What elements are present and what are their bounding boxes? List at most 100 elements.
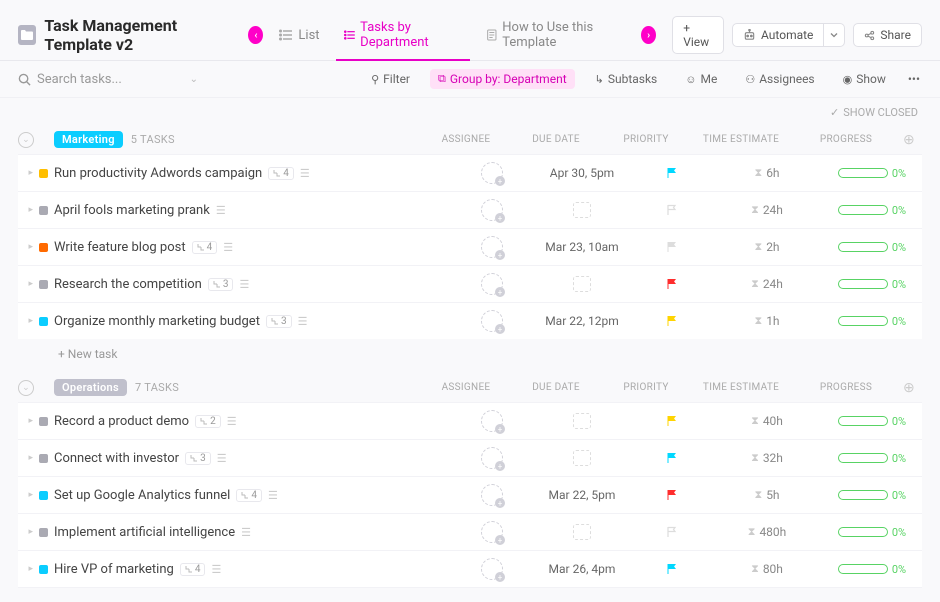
assignee-add[interactable] [481, 199, 503, 221]
time-estimate[interactable]: 24h [763, 277, 783, 291]
expand-icon[interactable]: ▸ [28, 453, 33, 463]
doc-icon[interactable]: ☰ [216, 204, 226, 217]
expand-icon[interactable]: ▸ [28, 242, 33, 252]
collapse-button[interactable]: ⌄ [18, 132, 34, 148]
calendar-icon[interactable] [573, 276, 591, 292]
doc-icon[interactable]: ☰ [223, 241, 233, 254]
progress-bar[interactable] [838, 416, 888, 426]
progress-bar[interactable] [838, 316, 888, 326]
assignee-add[interactable] [481, 484, 503, 506]
more-button[interactable]: ••• [906, 69, 922, 89]
priority-flag[interactable] [666, 167, 678, 179]
show-button[interactable]: ◉Show [835, 69, 894, 89]
time-estimate[interactable]: 5h [766, 488, 779, 502]
status-square[interactable] [39, 417, 48, 426]
progress-bar[interactable] [838, 527, 888, 537]
tab-how-to-use[interactable]: How to Use this Template [478, 10, 634, 60]
automate-button[interactable]: Automate [732, 23, 824, 47]
doc-icon[interactable]: ☰ [300, 167, 310, 180]
time-estimate[interactable]: 2h [766, 240, 779, 254]
priority-flag[interactable] [666, 526, 678, 538]
status-square[interactable] [39, 454, 48, 463]
progress-bar[interactable] [838, 242, 888, 252]
assignee-add[interactable] [481, 162, 503, 184]
doc-icon[interactable]: ☰ [217, 452, 227, 465]
priority-flag[interactable] [666, 415, 678, 427]
subtask-count[interactable]: 3 [208, 278, 234, 291]
subtask-count[interactable]: 4 [268, 167, 294, 180]
subtask-count[interactable]: 4 [236, 489, 262, 502]
due-date[interactable]: Mar 22, 5pm [549, 488, 616, 502]
group-badge[interactable]: Marketing [54, 131, 123, 148]
assignees-button[interactable]: ⚇Assignees [737, 69, 822, 89]
status-square[interactable] [39, 565, 48, 574]
progress-bar[interactable] [838, 205, 888, 215]
calendar-icon[interactable] [573, 202, 591, 218]
assignee-add[interactable] [481, 521, 503, 543]
add-column-button[interactable]: ⊕ [896, 380, 922, 396]
task-row[interactable]: ▸ Research the competition3☰ ⧗24h 0% [18, 265, 922, 302]
progress-bar[interactable] [838, 564, 888, 574]
task-row[interactable]: ▸ Set up Google Analytics funnel4☰ Mar 2… [18, 476, 922, 513]
subtask-count[interactable]: 4 [180, 563, 206, 576]
doc-icon[interactable]: ☰ [211, 563, 221, 576]
priority-flag[interactable] [666, 204, 678, 216]
tab-tasks-by-department[interactable]: Tasks by Department [336, 10, 470, 60]
doc-icon[interactable]: ☰ [298, 315, 308, 328]
priority-flag[interactable] [666, 452, 678, 464]
progress-bar[interactable] [838, 453, 888, 463]
priority-flag[interactable] [666, 315, 678, 327]
new-task-button[interactable]: + New task [18, 339, 922, 361]
task-row[interactable]: ▸ Run productivity Adwords campaign4☰ Ap… [18, 154, 922, 191]
automate-caret[interactable] [824, 23, 845, 47]
expand-icon[interactable]: ▸ [28, 490, 33, 500]
assignee-add[interactable] [481, 410, 503, 432]
doc-icon[interactable]: ☰ [268, 489, 278, 502]
progress-bar[interactable] [838, 168, 888, 178]
subtask-count[interactable]: 3 [185, 452, 211, 465]
due-date[interactable]: Mar 26, 4pm [549, 562, 616, 576]
time-estimate[interactable]: 80h [763, 562, 783, 576]
expand-icon[interactable]: ▸ [28, 527, 33, 537]
due-date[interactable]: Mar 23, 10am [545, 240, 618, 254]
progress-bar[interactable] [838, 490, 888, 500]
group-by-button[interactable]: ⧉Group by: Department [430, 69, 575, 89]
status-square[interactable] [39, 169, 48, 178]
search-input[interactable]: Search tasks... ⌄ [18, 72, 198, 87]
priority-flag[interactable] [666, 278, 678, 290]
nav-prev-button[interactable]: ‹ [248, 26, 263, 44]
status-square[interactable] [39, 491, 48, 500]
doc-icon[interactable]: ☰ [241, 526, 251, 539]
task-row[interactable]: ▸ Organize monthly marketing budget3☰ Ma… [18, 302, 922, 339]
due-date[interactable]: Apr 30, 5pm [550, 166, 614, 180]
time-estimate[interactable]: 24h [763, 203, 783, 217]
status-square[interactable] [39, 206, 48, 215]
status-square[interactable] [39, 280, 48, 289]
assignee-add[interactable] [481, 558, 503, 580]
calendar-icon[interactable] [573, 524, 591, 540]
status-square[interactable] [39, 528, 48, 537]
task-row[interactable]: ▸ April fools marketing prank☰ ⧗24h 0% [18, 191, 922, 228]
assignee-add[interactable] [481, 310, 503, 332]
subtasks-button[interactable]: ↳Subtasks [587, 69, 666, 89]
calendar-icon[interactable] [573, 413, 591, 429]
calendar-icon[interactable] [573, 450, 591, 466]
add-view-button[interactable]: + View [672, 16, 724, 54]
time-estimate[interactable]: 32h [763, 451, 783, 465]
status-square[interactable] [39, 243, 48, 252]
me-button[interactable]: ☺Me [677, 69, 725, 89]
subtask-count[interactable]: 3 [266, 315, 292, 328]
doc-icon[interactable]: ☰ [239, 278, 249, 291]
priority-flag[interactable] [666, 563, 678, 575]
nav-next-button[interactable]: › [641, 26, 656, 44]
expand-icon[interactable]: ▸ [28, 205, 33, 215]
assignee-add[interactable] [481, 447, 503, 469]
subtask-count[interactable]: 2 [195, 415, 221, 428]
add-column-button[interactable]: ⊕ [896, 132, 922, 148]
assignee-add[interactable] [481, 236, 503, 258]
task-row[interactable]: ▸ Implement artificial intelligence☰ ⧗48… [18, 513, 922, 550]
status-square[interactable] [39, 317, 48, 326]
due-date[interactable]: Mar 22, 12pm [545, 314, 619, 328]
share-button[interactable]: Share [853, 23, 922, 47]
collapse-button[interactable]: ⌄ [18, 380, 34, 396]
